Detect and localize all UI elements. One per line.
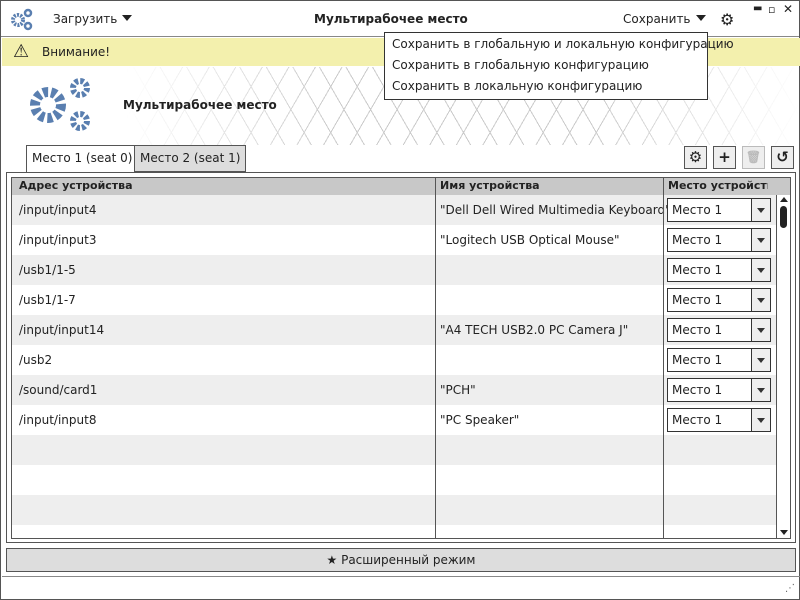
- chevron-down-icon: [695, 15, 706, 26]
- scroll-up-icon[interactable]: [780, 197, 788, 202]
- seat-select[interactable]: Место 1: [667, 228, 771, 252]
- seat-select-value: Место 1: [672, 233, 723, 247]
- table-row[interactable]: [12, 525, 776, 538]
- window-title: Мультирабочее место: [314, 12, 468, 26]
- maximize-button[interactable]: ▫: [768, 3, 775, 16]
- seat-settings-button[interactable]: ⚙: [684, 146, 707, 169]
- chevron-down-icon[interactable]: [751, 199, 770, 221]
- scrollbar-thumb[interactable]: [780, 206, 787, 228]
- device-address: /input/input8: [19, 413, 97, 427]
- device-address: /usb1/1-5: [19, 263, 76, 277]
- chevron-down-icon[interactable]: [751, 229, 770, 251]
- seat-select-value: Место 1: [672, 413, 723, 427]
- column-divider: [663, 178, 664, 538]
- load-menu-button[interactable]: Загрузить: [53, 12, 133, 26]
- add-seat-button[interactable]: +: [713, 146, 736, 169]
- load-label: Загрузить: [53, 12, 118, 26]
- col-name[interactable]: Имя устройства: [440, 179, 540, 192]
- minimize-button[interactable]: ▬: [753, 3, 762, 14]
- advanced-mode-label: Расширенный режим: [341, 553, 476, 567]
- scroll-down-icon[interactable]: [780, 530, 788, 535]
- advanced-mode-button[interactable]: ★ Расширенный режим: [6, 548, 796, 572]
- table-row[interactable]: /usb2 Место 1: [12, 345, 776, 375]
- close-button[interactable]: ✕: [783, 2, 793, 16]
- table-row[interactable]: [12, 435, 776, 465]
- table-row[interactable]: [12, 495, 776, 525]
- device-name: "Dell Dell Wired Multimedia Keyboard": [440, 203, 671, 217]
- seat-select-value: Место 1: [672, 203, 723, 217]
- seat-select-value: Место 1: [672, 293, 723, 307]
- star-icon: ★: [326, 553, 338, 567]
- status-bar-divider: [2, 576, 800, 577]
- seat-select[interactable]: Место 1: [667, 288, 771, 312]
- seat-select[interactable]: Место 1: [667, 348, 771, 372]
- menu-item-save-local[interactable]: Сохранить в локальную конфигурацию: [392, 79, 642, 93]
- save-menu-button[interactable]: Сохранить: [623, 12, 706, 26]
- chevron-down-icon[interactable]: [751, 289, 770, 311]
- warning-icon: ⚠: [13, 41, 30, 62]
- seat-select[interactable]: Место 1: [667, 378, 771, 402]
- resize-grip-icon[interactable]: ⋰: [785, 583, 795, 594]
- chevron-down-icon: [122, 15, 133, 26]
- col-seat[interactable]: Место устройства: [668, 179, 768, 192]
- chevron-down-icon[interactable]: [751, 379, 770, 401]
- seat-select-value: Место 1: [672, 323, 723, 337]
- chevron-down-icon[interactable]: [751, 319, 770, 341]
- table-row[interactable]: /input/input14 "A4 TECH USB2.0 PC Camera…: [12, 315, 776, 345]
- menu-item-save-global-local[interactable]: Сохранить в глобальную и локальную конфи…: [392, 37, 734, 51]
- settings-gear-icon[interactable]: ⚙: [720, 10, 734, 29]
- save-label: Сохранить: [623, 12, 691, 26]
- header-title: Мультирабочее место: [123, 98, 277, 112]
- app-gears-icon: [11, 8, 33, 31]
- device-address: /input/input4: [19, 203, 97, 217]
- device-address: /input/input3: [19, 233, 97, 247]
- save-dropdown-menu: Сохранить в глобальную и локальную конфи…: [384, 32, 734, 100]
- device-address: /usb1/1-7: [19, 293, 76, 307]
- device-address: /usb2: [19, 353, 53, 367]
- delete-seat-button[interactable]: 🗑: [742, 146, 765, 169]
- devices-table: Адрес устройства Имя устройства Место ус…: [11, 177, 791, 539]
- device-address: /input/input14: [19, 323, 105, 337]
- column-divider: [435, 178, 436, 538]
- table-row[interactable]: /input/input4 "Dell Dell Wired Multimedi…: [12, 195, 776, 225]
- device-name: "PC Speaker": [440, 413, 520, 427]
- table-row[interactable]: /sound/card1 "PCH" Место 1: [12, 375, 776, 405]
- seat-select-value: Место 1: [672, 263, 723, 277]
- reset-button[interactable]: ↺: [771, 146, 794, 169]
- app-window: Загрузить Мультирабочее место Сохранить …: [0, 0, 800, 600]
- seat-select[interactable]: Место 1: [667, 258, 771, 282]
- table-row[interactable]: /input/input8 "PC Speaker" Место 1: [12, 405, 776, 435]
- tab-seat-1[interactable]: Место 2 (seat 1): [134, 145, 247, 172]
- chevron-down-icon[interactable]: [751, 349, 770, 371]
- table-row[interactable]: /usb1/1-5 Место 1: [12, 255, 776, 285]
- gear-icon: ⚙: [688, 148, 703, 166]
- col-address[interactable]: Адрес устройства: [19, 179, 133, 192]
- seat-select[interactable]: Место 1: [667, 408, 771, 432]
- device-name: "PCH": [440, 383, 476, 397]
- seat-select[interactable]: Место 1: [667, 198, 771, 222]
- warning-text: Внимание!: [42, 45, 111, 59]
- refresh-icon: ↺: [776, 148, 789, 166]
- table-header: Адрес устройства Имя устройства Место ус…: [12, 178, 790, 195]
- header-gears-icon: [30, 78, 90, 131]
- menu-item-save-global[interactable]: Сохранить в глобальную конфигурацию: [392, 58, 649, 72]
- seat-select-value: Место 1: [672, 383, 723, 397]
- device-address: /sound/card1: [19, 383, 98, 397]
- table-row[interactable]: /input/input3 "Logitech USB Optical Mous…: [12, 225, 776, 255]
- trash-icon: 🗑: [745, 150, 762, 164]
- device-name: "Logitech USB Optical Mouse": [440, 233, 620, 247]
- table-row[interactable]: /usb1/1-7 Место 1: [12, 285, 776, 315]
- chevron-down-icon[interactable]: [751, 259, 770, 281]
- vertical-scrollbar[interactable]: [776, 195, 790, 538]
- seat-select[interactable]: Место 1: [667, 318, 771, 342]
- device-name: "A4 TECH USB2.0 PC Camera J": [440, 323, 629, 337]
- seat-select-value: Место 1: [672, 353, 723, 367]
- table-row[interactable]: [12, 465, 776, 495]
- chevron-down-icon[interactable]: [751, 409, 770, 431]
- plus-icon: +: [718, 148, 731, 166]
- tab-seat-0[interactable]: Место 1 (seat 0): [26, 145, 139, 173]
